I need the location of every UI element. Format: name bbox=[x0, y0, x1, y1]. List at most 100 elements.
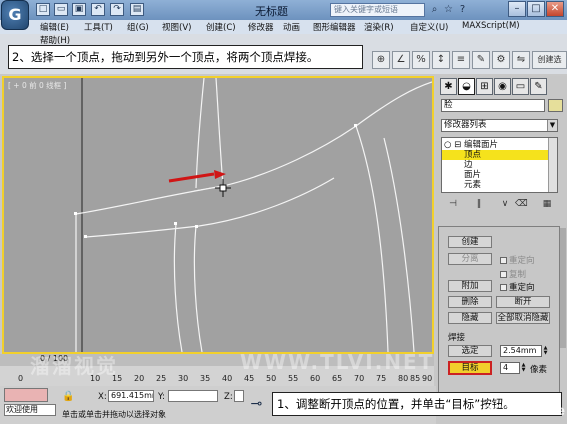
save-icon[interactable]: ▣ bbox=[72, 3, 86, 16]
menu-bar: 编辑(E) 工具(T) 组(G) 视图(V) 创建(C) 修改器 动画 图形编辑… bbox=[0, 20, 567, 34]
watermark-ps123: PS123.net bbox=[482, 404, 567, 419]
menu-modifiers[interactable]: 修改器 bbox=[248, 21, 274, 33]
tick-label: 65 bbox=[332, 374, 343, 383]
new-file-icon[interactable]: □ bbox=[36, 3, 50, 16]
menu-tools[interactable]: 工具(T) bbox=[84, 21, 113, 33]
reorient-attach-checkbox[interactable]: 重定向 bbox=[500, 281, 535, 293]
tick-label: 45 bbox=[244, 374, 255, 383]
display-tab-icon[interactable]: ▭ bbox=[512, 78, 529, 95]
motion-tab-icon[interactable]: ◉ bbox=[494, 78, 511, 95]
lightbulb-icon[interactable]: ○ bbox=[444, 140, 451, 150]
named-selection-icon[interactable]: ✎ bbox=[472, 51, 490, 69]
stack-item-patch[interactable]: 面片 bbox=[442, 170, 548, 180]
redo-icon[interactable]: ↷ bbox=[110, 3, 124, 16]
front-viewport[interactable]: [ + 0 前 0 线框 ] bbox=[2, 76, 434, 354]
tick-label: 25 bbox=[156, 374, 167, 383]
unhide-all-button[interactable]: 全部取消隐藏 bbox=[496, 312, 550, 324]
stack-scrollbar[interactable] bbox=[548, 138, 557, 192]
reorient-checkbox[interactable]: 重定向 bbox=[500, 254, 535, 266]
open-file-icon[interactable]: ▭ bbox=[54, 3, 68, 16]
menu-rendering[interactable]: 渲染(R) bbox=[364, 21, 394, 33]
modifier-list-dropdown[interactable]: 修改器列表 ▼ bbox=[441, 119, 558, 132]
make-unique-icon[interactable]: ∨ bbox=[499, 198, 511, 211]
pixels-label: 像素 bbox=[530, 365, 548, 375]
selection-lock-icon[interactable]: 🔒 bbox=[62, 390, 75, 403]
spinner-arrows-icon[interactable]: ▲ ▼ bbox=[520, 363, 527, 375]
configure-modifier-sets-icon[interactable]: ▦ bbox=[541, 198, 553, 211]
stack-item-edit-patch[interactable]: ○ ⊟ 编辑面片 bbox=[444, 140, 550, 150]
panel-scrollbar[interactable] bbox=[560, 228, 566, 348]
pin-stack-icon[interactable]: ⊣ bbox=[447, 198, 459, 211]
stack-item-vertex[interactable]: 顶点 bbox=[442, 150, 548, 160]
close-button[interactable]: ✕ bbox=[546, 1, 564, 17]
patch-edge bbox=[215, 78, 224, 187]
create-button[interactable]: 创建 bbox=[448, 236, 492, 248]
menu-graph-editors[interactable]: 图形编辑器 bbox=[313, 21, 356, 33]
y-coordinate-field[interactable] bbox=[168, 390, 218, 402]
weld-target-button[interactable]: 目标 bbox=[448, 361, 492, 375]
modifier-stack[interactable]: ○ ⊟ 编辑面片 顶点 边 面片 元素 bbox=[441, 137, 558, 193]
show-end-result-icon[interactable]: ‖ bbox=[473, 198, 485, 211]
delete-button[interactable]: 删除 bbox=[448, 296, 492, 308]
tick-label: 0 bbox=[18, 374, 24, 383]
patch-edge bbox=[193, 225, 203, 352]
mirror-icon[interactable]: ⇋ bbox=[512, 51, 530, 69]
welcome-field[interactable]: 欢迎使用 bbox=[4, 404, 56, 416]
menu-create[interactable]: 创建(C) bbox=[206, 21, 236, 33]
menu-animation[interactable]: 动画 bbox=[283, 21, 300, 33]
object-color-swatch[interactable] bbox=[548, 99, 563, 112]
drag-arrow-head bbox=[214, 170, 226, 179]
weld-selected-button[interactable]: 选定 bbox=[448, 345, 492, 357]
modify-tab-icon[interactable]: ◒ bbox=[458, 78, 475, 95]
search-input[interactable]: 键入关键字或短语 bbox=[330, 3, 425, 17]
copy-checkbox[interactable]: 复制 bbox=[500, 268, 526, 280]
x-coordinate-field[interactable]: 691.415mm bbox=[108, 390, 154, 402]
weld-threshold-spinner[interactable]: 2.54mm ▲ ▼ bbox=[500, 345, 547, 357]
vertex-marker bbox=[354, 124, 357, 127]
spinner-arrows-icon[interactable]: ▲ ▼ bbox=[542, 346, 549, 358]
menu-maxscript[interactable]: MAXScript(M) bbox=[462, 21, 520, 31]
stack-item-element[interactable]: 元素 bbox=[442, 180, 548, 190]
stack-item-edge[interactable]: 边 bbox=[442, 160, 548, 170]
undo-icon[interactable]: ↶ bbox=[91, 3, 105, 16]
application-button[interactable]: G bbox=[1, 0, 29, 30]
menu-group[interactable]: 组(G) bbox=[127, 21, 149, 33]
key-icon[interactable]: ⊸ bbox=[250, 397, 263, 411]
patch-edge bbox=[75, 125, 357, 215]
attach-button[interactable]: 附加 bbox=[448, 280, 492, 292]
search-icon[interactable]: ⌕ bbox=[428, 3, 441, 16]
move-cursor-icon bbox=[215, 179, 231, 197]
menu-edit[interactable]: 编辑(E) bbox=[40, 21, 69, 33]
project-folder-icon[interactable]: ▤ bbox=[130, 3, 144, 16]
remove-modifier-icon[interactable]: ⌫ bbox=[515, 198, 528, 211]
detach-button[interactable]: 分离 bbox=[448, 253, 492, 265]
target-pixels-spinner[interactable]: 4 ▲ ▼ bbox=[500, 362, 525, 374]
object-name-field[interactable]: 脸 bbox=[441, 99, 545, 112]
hierarchy-tab-icon[interactable]: ⊞ bbox=[476, 78, 493, 95]
z-coordinate-field[interactable] bbox=[234, 390, 244, 402]
minimize-button[interactable]: – bbox=[508, 1, 526, 17]
hide-button[interactable]: 隐藏 bbox=[448, 312, 492, 324]
utilities-tab-icon[interactable]: ✎ bbox=[530, 78, 547, 95]
align-icon[interactable]: ≡ bbox=[452, 51, 470, 69]
weld-group-label: 焊接 bbox=[448, 333, 466, 343]
help-icon[interactable]: ? bbox=[456, 3, 469, 16]
collapse-icon[interactable]: ⊟ bbox=[454, 140, 461, 150]
instruction-callout-top: 2、选择一个顶点，拖动到另外一个顶点，将两个顶点焊接。 bbox=[8, 45, 363, 69]
patch-edge bbox=[355, 81, 432, 127]
break-button[interactable]: 断开 bbox=[496, 296, 550, 308]
maximize-button[interactable]: □ bbox=[527, 1, 545, 17]
command-panel: ✱ ◒ ⊞ ◉ ▭ ✎ 脸 修改器列表 ▼ ○ ⊟ 编辑面片 顶点 边 面片 元… bbox=[436, 76, 567, 424]
angle-snap-icon[interactable]: ∠ bbox=[392, 51, 410, 69]
menu-customize[interactable]: 自定义(U) bbox=[410, 21, 448, 33]
create-tab-icon[interactable]: ✱ bbox=[440, 78, 457, 95]
edit-named-selection-icon[interactable]: ⚙ bbox=[492, 51, 510, 69]
maxscript-listener-icon[interactable] bbox=[4, 388, 48, 402]
menu-views[interactable]: 视图(V) bbox=[162, 21, 191, 33]
percent-snap-icon[interactable]: % bbox=[412, 51, 430, 69]
favorites-icon[interactable]: ☆ bbox=[442, 3, 455, 16]
prompt-line: 单击或单击并拖动以选择对象 bbox=[62, 410, 166, 419]
spinner-snap-icon[interactable]: ↕ bbox=[432, 51, 450, 69]
create-selection-set-dropdown[interactable]: 创建选 bbox=[532, 51, 567, 69]
snap-toggle-icon[interactable]: ⊕ bbox=[372, 51, 390, 69]
